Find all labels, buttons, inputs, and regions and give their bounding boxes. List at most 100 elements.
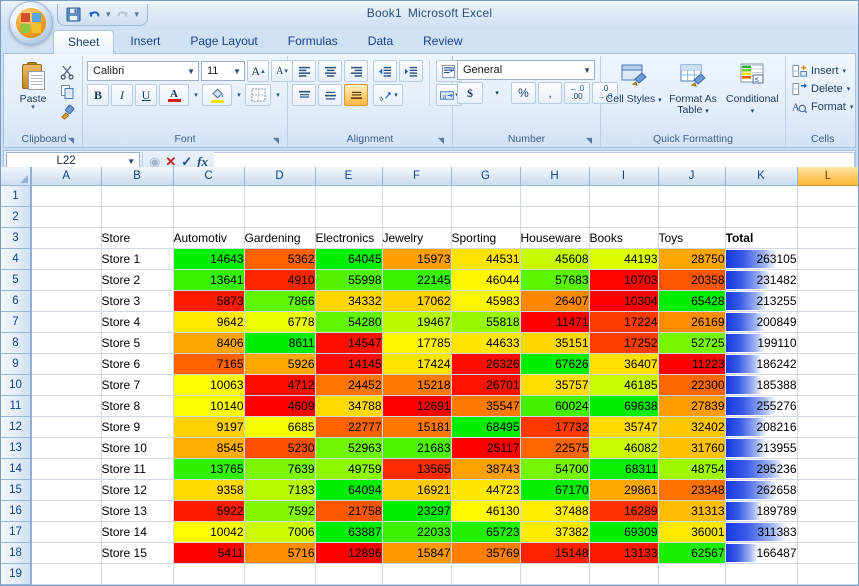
cell-E10[interactable]: 24452 (315, 374, 383, 396)
cell-B16[interactable]: Store 13 (101, 500, 174, 522)
cell-B18[interactable]: Store 15 (101, 542, 174, 564)
cell-A15[interactable] (31, 479, 102, 501)
cell-G11[interactable]: 35547 (451, 395, 521, 417)
cancel-x-icon[interactable]: ✕ (165, 155, 176, 168)
cell-J1[interactable] (658, 185, 726, 207)
cell-F8[interactable]: 17785 (382, 332, 452, 354)
cell-H8[interactable]: 35151 (520, 332, 590, 354)
cell-I5[interactable]: 10703 (589, 269, 659, 291)
cell-E11[interactable]: 34788 (315, 395, 383, 417)
cell-J4[interactable]: 28750 (658, 248, 726, 270)
row-header-18[interactable]: 18 (1, 542, 32, 564)
cell-I19[interactable] (589, 563, 659, 585)
cell-C13[interactable]: 8545 (173, 437, 245, 459)
cell-E18[interactable]: 12896 (315, 542, 383, 564)
cell-F19[interactable] (382, 563, 452, 585)
cell-K14[interactable]: 295236 (725, 458, 798, 480)
cell-I9[interactable]: 36407 (589, 353, 659, 375)
cell-G15[interactable]: 44723 (451, 479, 521, 501)
cell-I16[interactable]: 16289 (589, 500, 659, 522)
number-format-combo[interactable]: General ▼ (457, 60, 595, 80)
cell-C17[interactable]: 10042 (173, 521, 245, 543)
select-all-corner[interactable] (1, 167, 32, 186)
cell-A18[interactable] (31, 542, 102, 564)
cell-J10[interactable]: 22300 (658, 374, 726, 396)
cell-D19[interactable] (244, 563, 316, 585)
cell-D6[interactable]: 7866 (244, 290, 316, 312)
cell-K9[interactable]: 186242 (725, 353, 798, 375)
cell-E3[interactable]: Electronics (315, 227, 383, 249)
cell-C15[interactable]: 9358 (173, 479, 245, 501)
cell-I3[interactable]: Books (589, 227, 659, 249)
column-header-i[interactable]: I (589, 167, 659, 186)
cell-K1[interactable] (725, 185, 798, 207)
cell-K4[interactable]: 263105 (725, 248, 798, 270)
cell-A13[interactable] (31, 437, 102, 459)
cell-L17[interactable] (797, 521, 858, 543)
cell-L7[interactable] (797, 311, 858, 333)
column-header-d[interactable]: D (244, 167, 316, 186)
accounting-dropdown-icon[interactable]: ▾ (485, 82, 509, 104)
cell-A4[interactable] (31, 248, 102, 270)
row-header-11[interactable]: 11 (1, 395, 32, 417)
cell-A19[interactable] (31, 563, 102, 585)
cell-J18[interactable]: 62567 (658, 542, 726, 564)
cell-C4[interactable]: 14643 (173, 248, 245, 270)
cell-E1[interactable] (315, 185, 383, 207)
cell-D9[interactable]: 5926 (244, 353, 316, 375)
column-header-e[interactable]: E (315, 167, 383, 186)
cell-B15[interactable]: Store 12 (101, 479, 174, 501)
paste-button[interactable]: Paste ▾ (10, 60, 56, 111)
cell-L5[interactable] (797, 269, 858, 291)
cell-F14[interactable]: 13565 (382, 458, 452, 480)
cell-L18[interactable] (797, 542, 858, 564)
column-header-j[interactable]: J (658, 167, 726, 186)
cell-H5[interactable]: 57683 (520, 269, 590, 291)
cell-I11[interactable]: 69638 (589, 395, 659, 417)
cell-H7[interactable]: 11471 (520, 311, 590, 333)
paste-dropdown-icon[interactable]: ▾ (31, 104, 35, 111)
chevron-down-icon[interactable]: ▼ (125, 157, 137, 166)
cell-A8[interactable] (31, 332, 102, 354)
cell-F2[interactable] (382, 206, 452, 228)
borders-dropdown-icon[interactable]: ▾ (273, 84, 282, 106)
cell-K19[interactable] (725, 563, 798, 585)
cell-I14[interactable]: 68311 (589, 458, 659, 480)
cell-I7[interactable]: 17224 (589, 311, 659, 333)
cell-J13[interactable]: 31760 (658, 437, 726, 459)
cell-F15[interactable]: 16921 (382, 479, 452, 501)
cell-K10[interactable]: 185388 (725, 374, 798, 396)
tab-sheet[interactable]: Sheet (53, 30, 115, 54)
cell-B17[interactable]: Store 14 (101, 521, 174, 543)
cell-L13[interactable] (797, 437, 858, 459)
cell-J2[interactable] (658, 206, 726, 228)
cell-K17[interactable]: 311383 (725, 521, 798, 543)
cell-J19[interactable] (658, 563, 726, 585)
cell-L15[interactable] (797, 479, 858, 501)
cell-C14[interactable]: 13765 (173, 458, 245, 480)
cell-K15[interactable]: 262658 (725, 479, 798, 501)
cell-J15[interactable]: 23348 (658, 479, 726, 501)
cell-D2[interactable] (244, 206, 316, 228)
cell-B4[interactable]: Store 1 (101, 248, 174, 270)
row-header-16[interactable]: 16 (1, 500, 32, 522)
insert-cells-button[interactable]: Insert ▾ (790, 63, 855, 79)
row-header-12[interactable]: 12 (1, 416, 32, 438)
cell-L2[interactable] (797, 206, 858, 228)
row-header-3[interactable]: 3 (1, 227, 32, 249)
cell-L1[interactable] (797, 185, 858, 207)
cell-C7[interactable]: 9642 (173, 311, 245, 333)
cell-B2[interactable] (101, 206, 174, 228)
align-top-button[interactable] (292, 84, 316, 106)
cell-I12[interactable]: 35747 (589, 416, 659, 438)
cell-H15[interactable]: 67170 (520, 479, 590, 501)
cell-E19[interactable] (315, 563, 383, 585)
cell-F10[interactable]: 15218 (382, 374, 452, 396)
cell-G8[interactable]: 44633 (451, 332, 521, 354)
cell-B8[interactable]: Store 5 (101, 332, 174, 354)
cell-E15[interactable]: 64094 (315, 479, 383, 501)
column-header-h[interactable]: H (520, 167, 590, 186)
cell-B10[interactable]: Store 7 (101, 374, 174, 396)
cell-D12[interactable]: 6685 (244, 416, 316, 438)
cell-H3[interactable]: Houseware (520, 227, 590, 249)
